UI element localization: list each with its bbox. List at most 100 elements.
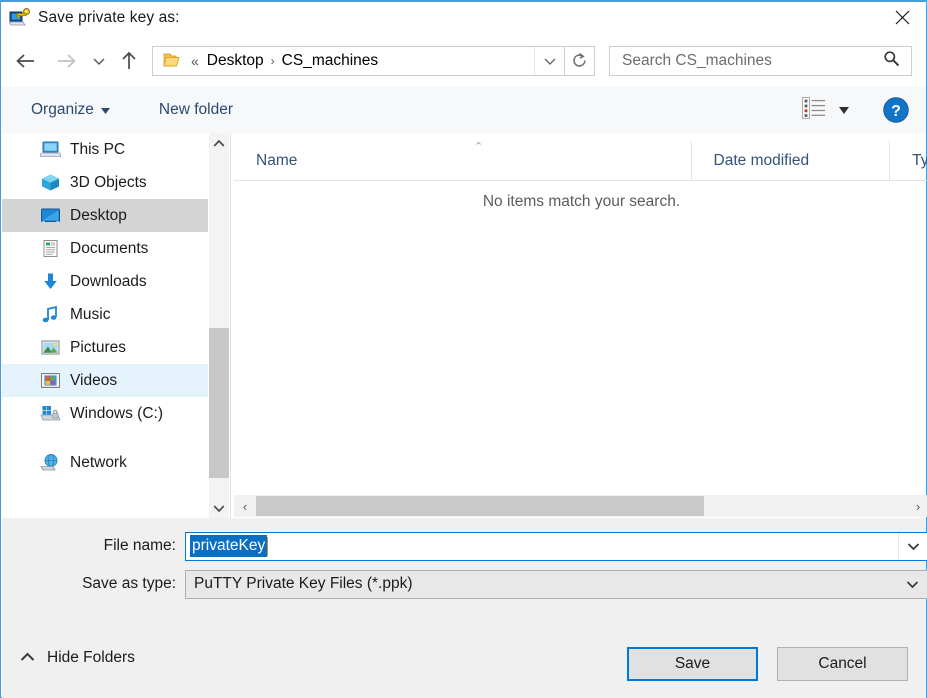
folder-icon [163,52,183,69]
cancel-button[interactable]: Cancel [777,647,908,681]
save-button[interactable]: Save [627,647,758,681]
column-label: Date modified [713,152,810,169]
desktop-icon [40,206,61,225]
sidebar-item-label: Network [70,453,127,471]
file-list-scrollbar-thumb[interactable] [256,496,704,516]
save-as-type-label: Save as type: [82,575,176,592]
sidebar-scrollbar-thumb[interactable] [209,328,229,478]
sidebar-item-label: 3D Objects [70,173,147,191]
pane-splitter[interactable] [230,133,231,518]
save-as-type-chevron-down-icon[interactable] [898,571,927,598]
breadcrumb-separator[interactable]: › [271,54,275,68]
music-icon [40,305,61,324]
hide-folders-label: Hide Folders [47,649,135,666]
organize-button[interactable]: Organize [25,97,116,123]
file-name-chevron-down-icon[interactable] [898,532,927,560]
arrow-right-icon [46,41,86,81]
column-header-name[interactable]: Name ⌃ [234,141,691,181]
list-view-icon [802,96,826,124]
sidebar-item-label: This PC [70,140,126,158]
column-label: Ty [912,152,927,169]
file-list-pane: Name ⌃ Date modified Ty No items match y… [234,133,927,518]
navigation-sidebar: This PC 3D Objects Desktop Documents Dow… [2,133,208,518]
file-list-horizontal-scrollbar[interactable]: ‹ › [234,495,927,517]
organize-label: Organize [31,101,94,118]
column-header-date-modified[interactable]: Date modified [690,141,890,181]
hscroll-right-icon[interactable]: › [907,495,927,517]
view-mode-button[interactable] [798,93,853,128]
search-icon[interactable] [883,50,900,72]
sidebar-item-network[interactable]: Network [2,446,208,479]
sidebar-vertical-scrollbar[interactable] [209,133,229,518]
file-name-value: privateKey [190,535,268,557]
column-label: Name [256,152,298,169]
sidebar-item-music[interactable]: Music [2,298,208,331]
sidebar-item-label: Windows (C:) [70,404,164,422]
column-header-type[interactable]: Ty [889,141,927,181]
document-icon [40,239,61,258]
save-as-type-value: PuTTY Private Key Files (*.ppk) [194,575,413,592]
close-button[interactable] [878,2,926,33]
file-name-input[interactable]: privateKey [185,531,927,561]
sidebar-item-documents[interactable]: Documents [2,232,208,265]
chevron-up-icon [20,649,35,667]
arrow-up-icon[interactable] [112,41,146,81]
hscroll-left-icon[interactable]: ‹ [234,495,256,517]
svg-text:?: ? [891,103,901,120]
scroll-down-chevron-down-icon[interactable] [209,498,229,518]
header-divider [234,180,927,181]
hide-folders-button[interactable]: Hide Folders [20,649,135,667]
breadcrumb-segment-desktop[interactable]: Desktop [207,52,264,70]
title-bar: Save private key as: [1,2,926,34]
empty-state-message: No items match your search. [482,193,681,210]
sidebar-item-label: Videos [70,371,118,389]
sidebar-item-label: Desktop [70,206,127,224]
breadcrumb-segment-cs-machines[interactable]: CS_machines [282,52,379,70]
sidebar-item-label: Pictures [70,338,126,356]
sidebar-item-desktop[interactable]: Desktop [2,199,208,232]
download-icon [40,272,61,291]
sidebar-item-label: Downloads [70,272,147,290]
file-list-column-headers: Name ⌃ Date modified Ty [234,141,927,181]
cube-icon [40,173,61,192]
sidebar-item-label: Documents [70,239,149,257]
sidebar-item-label: Music [70,305,111,323]
putty-key-icon [8,8,31,28]
search-input[interactable]: Search CS_machines [609,45,912,76]
save-as-type-select[interactable]: PuTTY Private Key Files (*.ppk) [185,569,927,599]
search-placeholder: Search CS_machines [622,51,772,69]
content-panes: This PC 3D Objects Desktop Documents Dow… [2,133,927,518]
refresh-icon[interactable] [565,45,595,76]
new-folder-button[interactable]: New folder [153,97,239,123]
breadcrumb[interactable]: « Desktop › CS_machines [152,45,565,76]
form-area: File name: privateKey Save as type: PuTT… [2,518,927,632]
sidebar-item-downloads[interactable]: Downloads [2,265,208,298]
new-folder-label: New folder [158,101,233,118]
help-icon[interactable]: ? [883,97,909,123]
drive-icon [40,404,61,423]
sidebar-item-3d-objects[interactable]: 3D Objects [2,166,208,199]
text-caret [267,536,269,556]
picture-icon [40,338,61,357]
breadcrumb-chevron-down-icon[interactable] [534,46,564,75]
command-toolbar: Organize New folder ? [2,87,926,133]
save-as-type-row: Save as type: PuTTY Private Key Files (*… [82,569,927,599]
scroll-up-chevron-up-icon[interactable] [209,133,229,153]
window-title: Save private key as: [38,9,180,26]
navigation-bar: « Desktop › CS_machines Search CS_machin… [2,34,926,87]
arrow-left-icon[interactable] [6,41,46,81]
sidebar-item-videos[interactable]: Videos [2,364,208,397]
computer-icon [39,140,62,159]
view-chevron-down-icon[interactable] [839,101,849,119]
sidebar-item-windows-c[interactable]: Windows (C:) [2,397,208,430]
video-icon [40,371,61,390]
sidebar-item-pictures[interactable]: Pictures [2,331,208,364]
file-name-label: File name: [103,537,176,554]
breadcrumb-overflow[interactable]: « [191,53,199,69]
file-name-row: File name: privateKey [104,531,927,561]
chevron-down-icon [100,101,110,119]
sidebar-item-this-pc[interactable]: This PC [2,133,208,166]
recent-locations-chevron-down-icon[interactable] [86,41,112,81]
sort-ascending-icon: ⌃ [474,141,484,153]
